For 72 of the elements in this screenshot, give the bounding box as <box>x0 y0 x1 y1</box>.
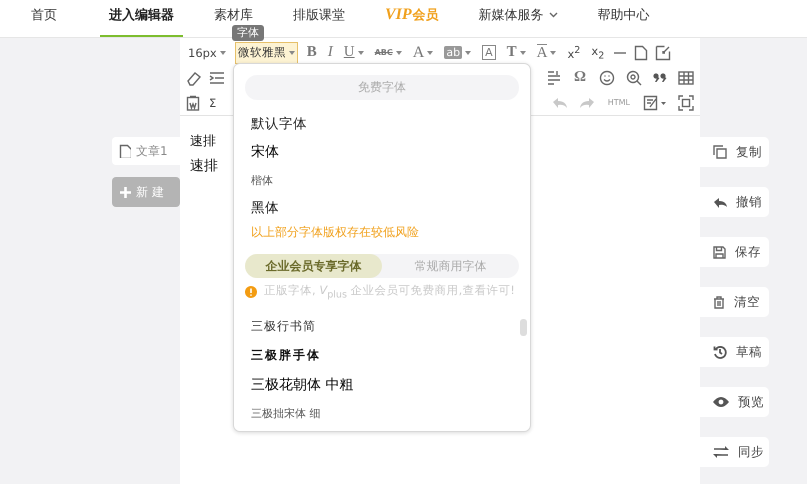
toolbar-button[interactable]: Ω <box>572 68 588 88</box>
side-button[interactable]: 同步 <box>700 437 769 467</box>
side-button[interactable]: 撤销 <box>700 187 769 217</box>
font-option[interactable]: 三极花朝体 中粗 <box>245 370 519 399</box>
dropdown-button[interactable]: 微软雅黑 <box>234 42 298 64</box>
caret-icon <box>358 50 364 54</box>
find-icon[interactable] <box>626 70 642 86</box>
nav-tab[interactable]: 进入编辑器 <box>100 0 183 37</box>
toolbar-button[interactable]: Σ <box>207 92 218 112</box>
scrollbar-thumb[interactable] <box>520 319 527 336</box>
side-button[interactable]: 草稿 <box>700 337 769 367</box>
nav-tab[interactable]: 首页 <box>22 0 66 37</box>
toolbar-button[interactable]: A <box>480 42 498 62</box>
trash-icon <box>713 296 725 308</box>
section-header: 免费字体 <box>245 75 519 100</box>
save-icon <box>713 246 726 258</box>
warning-text: 以上部分字体版权存在较低风险 <box>250 224 420 240</box>
sync-icon <box>713 446 729 458</box>
caret-icon <box>465 50 472 54</box>
export-icon[interactable] <box>655 44 672 60</box>
font-option[interactable]: 三极行书简 <box>245 312 519 341</box>
smiley-icon[interactable] <box>599 70 615 86</box>
quote-icon[interactable] <box>653 72 667 82</box>
toolbar-button[interactable]: x$_{2}$ <box>589 42 606 62</box>
article-tab[interactable]: 文章1 <box>112 137 180 165</box>
document-icon <box>119 144 131 158</box>
eraser-icon[interactable] <box>186 70 202 86</box>
copy-icon <box>713 145 727 159</box>
tooltip: 字体 <box>232 25 264 41</box>
plus-icon <box>120 186 131 198</box>
align-icon[interactable] <box>546 70 561 86</box>
caret-icon <box>427 50 434 54</box>
editor-text: 速排 <box>190 133 216 151</box>
page-icon[interactable] <box>634 44 648 60</box>
history-icon <box>713 345 727 359</box>
side-button[interactable]: 预览 <box>700 387 769 417</box>
toolbar-button[interactable]: A <box>410 42 436 62</box>
editor-text: 速排 <box>190 157 218 176</box>
toolbar-button[interactable]: I <box>326 42 335 62</box>
font-option[interactable]: 三极拙宋体 细 <box>245 399 519 428</box>
font-tab[interactable]: 企业会员专享字体 <box>245 254 382 278</box>
nav-tab[interactable]: 帮助中心 <box>588 0 659 37</box>
side-button[interactable]: 保存 <box>700 237 769 267</box>
nav-tab[interactable]: 新媒体服务 <box>470 0 567 37</box>
caret-icon <box>550 50 556 54</box>
caret-icon <box>520 50 526 54</box>
font-option[interactable]: 宋体 <box>245 138 519 166</box>
undo-icon <box>713 196 727 208</box>
side-button[interactable]: 清空 <box>700 287 769 317</box>
table-icon[interactable] <box>678 70 694 84</box>
indent-icon[interactable] <box>209 70 225 84</box>
font-option[interactable]: 黑体 <box>245 194 519 222</box>
font-option[interactable]: 默认字体 <box>245 110 519 138</box>
chevron-icon <box>548 12 558 18</box>
eye-icon <box>713 397 729 407</box>
toolbar-button[interactable]: A <box>534 42 558 62</box>
caret-icon <box>396 50 402 54</box>
dropdown-button[interactable]: 16px <box>186 42 228 62</box>
caret-icon <box>220 50 226 54</box>
toolbar-button[interactable]: B <box>304 42 319 62</box>
side-button[interactable]: 复制 <box>700 137 769 167</box>
toolbar-button[interactable]: x$^{2}$ <box>565 42 582 62</box>
toolbar-button[interactable]: U <box>342 42 366 62</box>
caret-icon <box>288 50 295 54</box>
fullscreen-icon[interactable] <box>678 94 694 110</box>
paste-icon[interactable] <box>186 94 200 110</box>
toolbar-button[interactable]: ABC <box>372 42 404 62</box>
font-option[interactable]: 楷体 <box>245 166 519 194</box>
nav-tab[interactable]: 排版课堂 <box>284 0 354 37</box>
toolbar-button[interactable]: T <box>504 42 528 62</box>
font-option[interactable]: 三极胖手体 <box>245 341 519 370</box>
edit-icon[interactable] <box>643 94 667 110</box>
